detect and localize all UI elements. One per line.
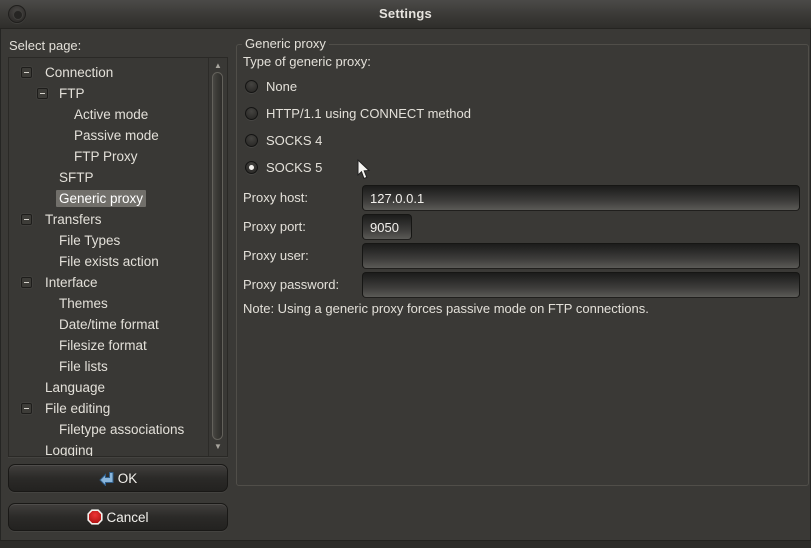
field-label: Proxy user: — [243, 243, 309, 269]
tree-collapse-icon[interactable] — [21, 67, 32, 78]
radio-option-label: None — [266, 79, 297, 94]
tree-item-logging[interactable]: Logging — [9, 440, 208, 457]
tree-item-label: Logging — [42, 442, 96, 457]
tree-item-file-types[interactable]: File Types — [9, 230, 208, 251]
tree-item-label: Transfers — [42, 211, 105, 228]
field-row-proxy-user: Proxy user: — [243, 243, 800, 272]
field-label: Proxy password: — [243, 272, 339, 298]
tree-item-interface[interactable]: Interface — [9, 272, 208, 293]
tree-item-label: File lists — [56, 358, 111, 375]
proxy-fields: Proxy host: Proxy port: Proxy user: Proxy p… — [243, 185, 800, 301]
select-page-label: Select page: — [9, 38, 81, 53]
cancel-button[interactable]: Cancel — [8, 503, 228, 531]
radio-option-label: SOCKS 5 — [266, 160, 322, 175]
proxy-type-label: Type of generic proxy: — [243, 54, 371, 69]
scroll-down-icon[interactable]: ▼ — [209, 442, 227, 452]
tree-item-transfers[interactable]: Transfers — [9, 209, 208, 230]
tree-item-connection[interactable]: Connection — [9, 62, 208, 83]
tree-item-sftp[interactable]: SFTP — [9, 167, 208, 188]
page-tree: Connection FTP Active mode Passive mode FTP … — [8, 57, 228, 457]
tree-item-generic-proxy[interactable]: Generic proxy — [9, 188, 208, 209]
tree-item-label: Active mode — [71, 106, 151, 123]
tree-item-label: Filetype associations — [56, 421, 187, 438]
tree-item-passive-mode[interactable]: Passive mode — [9, 125, 208, 146]
tree-item-ftp[interactable]: FTP — [9, 83, 208, 104]
settings-dialog: Settings Select page: Connection FTP Activ… — [0, 0, 811, 548]
tree-item-label: Language — [42, 379, 108, 396]
ok-button[interactable]: OK — [8, 464, 228, 492]
field-row-proxy-port: Proxy port: — [243, 214, 800, 243]
radio-button-icon[interactable] — [245, 107, 258, 120]
tree-item-file-editing[interactable]: File editing — [9, 398, 208, 419]
radio-option-none[interactable]: None — [245, 73, 471, 100]
tree-item-label: Filesize format — [56, 337, 150, 354]
field-label: Proxy port: — [243, 214, 306, 240]
tree-collapse-icon[interactable] — [21, 214, 32, 225]
radio-option-label: SOCKS 4 — [266, 133, 322, 148]
tree-scrollbar[interactable]: ▲ ▼ — [208, 58, 227, 456]
tree-collapse-icon[interactable] — [37, 88, 48, 99]
tree-item-label: SFTP — [56, 169, 97, 186]
radio-button-icon[interactable] — [245, 134, 258, 147]
tree-item-label: File exists action — [56, 253, 162, 270]
tree-item-label: File editing — [42, 400, 113, 417]
tree-item-file-lists[interactable]: File lists — [9, 356, 208, 377]
window-title: Settings — [0, 6, 811, 21]
proxy-type-radio-group: None HTTP/1.1 using CONNECT method SOCKS 4… — [245, 73, 471, 181]
proxy-user-input[interactable] — [362, 243, 800, 269]
proxy-password-input[interactable] — [362, 272, 800, 298]
tree-item-filesize-format[interactable]: Filesize format — [9, 335, 208, 356]
radio-option-socks-4[interactable]: SOCKS 4 — [245, 127, 471, 154]
radio-option-socks-5[interactable]: SOCKS 5 — [245, 154, 471, 181]
tree-item-label: Interface — [42, 274, 101, 291]
proxy-note: Note: Using a generic proxy forces passi… — [243, 301, 649, 316]
scrollbar-thumb[interactable] — [212, 72, 223, 440]
enter-arrow-icon — [99, 470, 115, 486]
field-row-proxy-host: Proxy host: — [243, 185, 800, 214]
tree-item-label: Date/time format — [56, 316, 162, 333]
scroll-up-icon[interactable]: ▲ — [209, 61, 227, 71]
proxy-port-input[interactable] — [362, 214, 412, 240]
tree-item-label: FTP Proxy — [71, 148, 141, 165]
ok-button-label: OK — [118, 471, 138, 486]
tree-item-label: Connection — [42, 64, 116, 81]
tree-item-label: FTP — [56, 85, 88, 102]
titlebar: Settings — [0, 0, 811, 29]
tree-item-active-mode[interactable]: Active mode — [9, 104, 208, 125]
tree-item-language[interactable]: Language — [9, 377, 208, 398]
stop-sign-icon — [87, 509, 103, 525]
tree-list: Connection FTP Active mode Passive mode FTP … — [9, 62, 208, 457]
radio-button-icon[interactable] — [245, 161, 258, 174]
tree-item-themes[interactable]: Themes — [9, 293, 208, 314]
radio-button-icon[interactable] — [245, 80, 258, 93]
window-bottom-edge — [0, 540, 811, 548]
field-label: Proxy host: — [243, 185, 308, 211]
tree-collapse-icon[interactable] — [21, 277, 32, 288]
groupbox-legend: Generic proxy — [242, 36, 329, 51]
tree-item-label: File Types — [56, 232, 123, 249]
tree-item-label: Passive mode — [71, 127, 162, 144]
tree-item-date-time-format[interactable]: Date/time format — [9, 314, 208, 335]
tree-item-filetype-associations[interactable]: Filetype associations — [9, 419, 208, 440]
tree-collapse-icon[interactable] — [21, 403, 32, 414]
tree-item-file-exists-action[interactable]: File exists action — [9, 251, 208, 272]
radio-option-http-1-1-using-connect-method[interactable]: HTTP/1.1 using CONNECT method — [245, 100, 471, 127]
radio-option-label: HTTP/1.1 using CONNECT method — [266, 106, 471, 121]
tree-item-label: Themes — [56, 295, 111, 312]
field-row-proxy-password: Proxy password: — [243, 272, 800, 301]
tree-item-ftp-proxy[interactable]: FTP Proxy — [9, 146, 208, 167]
cancel-button-label: Cancel — [106, 510, 148, 525]
proxy-host-input[interactable] — [362, 185, 800, 211]
tree-item-label: Generic proxy — [56, 190, 146, 207]
